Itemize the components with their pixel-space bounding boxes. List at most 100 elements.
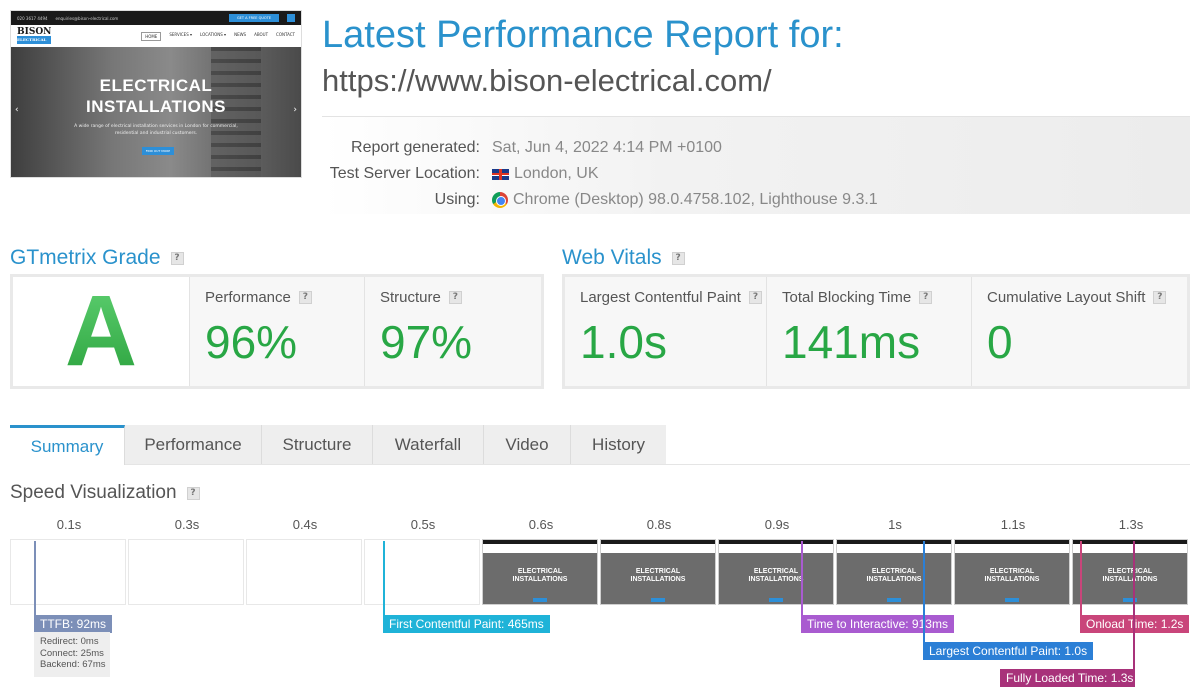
- cls-cell: Cumulative Layout Shift ? 0: [972, 277, 1187, 386]
- screenshot-hero: ‹ › ELECTRICAL INSTALLATIONS A wide rang…: [11, 47, 301, 177]
- structure-cell: Structure ? 97%: [365, 277, 541, 386]
- filmstrip-frame[interactable]: [364, 539, 480, 605]
- frame-heading: ELECTRICAL INSTALLATIONS: [748, 568, 804, 583]
- screenshot-logo: BISON ELECTRICAL: [17, 27, 52, 44]
- ttfb-backend: Backend: 67ms: [40, 659, 106, 670]
- performance-value: 96%: [205, 316, 298, 368]
- filmstrip: ELECTRICAL INSTALLATIONS ELECTRICAL INST…: [10, 539, 1190, 606]
- filmstrip-frame[interactable]: ELECTRICAL INSTALLATIONS: [1072, 539, 1188, 605]
- screenshot-menu-item: CONTACT: [276, 31, 295, 37]
- web-vitals-panel: Largest Contentful Paint ? 1.0s Total Bl…: [562, 274, 1190, 389]
- time-label: 1s: [888, 517, 902, 532]
- timeline-labels: 0.1s 0.3s 0.4s 0.5s 0.6s 0.8s 0.9s 1s 1.…: [0, 517, 1200, 535]
- filmstrip-frame[interactable]: ELECTRICAL INSTALLATIONS: [718, 539, 834, 605]
- meta-value: Chrome (Desktop) 98.0.4758.102, Lighthou…: [492, 191, 878, 209]
- time-label: 0.5s: [410, 517, 436, 532]
- frame-heading: ELECTRICAL INSTALLATIONS: [1102, 568, 1158, 583]
- filmstrip-frame[interactable]: ELECTRICAL INSTALLATIONS: [482, 539, 598, 605]
- meta-label: Test Server Location:: [329, 165, 480, 182]
- tab-performance[interactable]: Performance: [125, 425, 262, 465]
- structure-value: 97%: [380, 316, 473, 368]
- tti-line: [801, 541, 803, 616]
- cls-label: Cumulative Layout Shift ?: [987, 289, 1167, 306]
- help-icon[interactable]: ?: [671, 251, 685, 265]
- screenshot-nav: BISON ELECTRICAL HOME SERVICES ▾ LOCATIO…: [11, 25, 301, 47]
- structure-label: Structure ?: [380, 289, 462, 306]
- lcp-cell: Largest Contentful Paint ? 1.0s: [565, 277, 767, 386]
- chrome-icon: [492, 192, 508, 208]
- fcp-marker: First Contentful Paint: 465ms: [383, 615, 550, 633]
- help-icon[interactable]: ?: [748, 291, 762, 304]
- filmstrip-frame[interactable]: [246, 539, 362, 605]
- filmstrip-frame[interactable]: [10, 539, 126, 605]
- report-title: Latest Performance Report for:: [322, 14, 844, 56]
- ttfb-line: [34, 541, 36, 616]
- filmstrip-frame[interactable]: ELECTRICAL INSTALLATIONS: [836, 539, 952, 605]
- screenshot-social-icon: [287, 14, 295, 22]
- web-vitals-title: Web Vitals ?: [562, 246, 685, 270]
- ttfb-marker: TTFB: 92ms: [34, 615, 113, 633]
- filmstrip-frame[interactable]: ELECTRICAL INSTALLATIONS: [954, 539, 1070, 605]
- time-label: 0.3s: [174, 517, 200, 532]
- screenshot-text: A wide range of electrical installation …: [74, 124, 238, 136]
- screenshot-heading: ELECTRICAL INSTALLATIONS: [86, 76, 226, 116]
- tab-history[interactable]: History: [571, 425, 666, 465]
- screenshot-menu-item: HOME: [141, 31, 162, 41]
- screenshot-menu: HOME SERVICES ▾ LOCATIONS ▾ NEWS ABOUT C…: [141, 31, 295, 41]
- fully-loaded-line: [1133, 541, 1135, 671]
- grade-letter: A: [13, 275, 189, 387]
- screenshot-cta: FIND OUT MORE: [142, 147, 174, 155]
- screenshot-menu-item: ABOUT: [254, 31, 269, 37]
- help-icon[interactable]: ?: [170, 251, 184, 265]
- lcp-line: [923, 541, 925, 643]
- frame-heading: ELECTRICAL INSTALLATIONS: [630, 568, 686, 583]
- fcp-line: [383, 541, 385, 616]
- meta-value: Sat, Jun 4, 2022 4:14 PM +0100: [492, 139, 722, 156]
- time-label: 0.4s: [292, 517, 318, 532]
- onload-line: [1080, 541, 1082, 616]
- time-label: 1.3s: [1118, 517, 1144, 532]
- meta-label: Report generated:: [351, 139, 480, 156]
- tab-video[interactable]: Video: [484, 425, 571, 465]
- ttfb-redirect: Redirect: 0ms: [40, 636, 99, 647]
- tab-structure[interactable]: Structure: [262, 425, 373, 465]
- tbt-label: Total Blocking Time ?: [782, 289, 933, 306]
- tti-marker: Time to Interactive: 913ms: [801, 615, 954, 633]
- screenshot-phone: 020 3617 4494: [17, 15, 48, 21]
- uk-flag-icon: [492, 168, 509, 180]
- tab-waterfall[interactable]: Waterfall: [373, 425, 484, 465]
- help-icon[interactable]: ?: [1153, 291, 1167, 304]
- speed-visualization-title: Speed Visualization ?: [10, 482, 200, 504]
- time-label: 0.1s: [56, 517, 82, 532]
- filmstrip-frame[interactable]: ELECTRICAL INSTALLATIONS: [600, 539, 716, 605]
- tab-summary[interactable]: Summary: [10, 425, 125, 465]
- meta-label: Using:: [434, 191, 480, 208]
- tbt-cell: Total Blocking Time ? 141ms: [767, 277, 972, 386]
- filmstrip-frame[interactable]: [128, 539, 244, 605]
- screenshot-menu-item: NEWS: [234, 31, 247, 37]
- report-tabs: Summary Performance Structure Waterfall …: [10, 425, 666, 465]
- time-label: 1.1s: [1000, 517, 1026, 532]
- tab-divider: [125, 464, 1190, 465]
- gtmetrix-grade-panel: A Performance ? 96% Structure ? 97%: [10, 274, 544, 389]
- performance-cell: Performance ? 96%: [190, 277, 365, 386]
- lcp-label: Largest Contentful Paint ?: [580, 289, 762, 306]
- help-icon[interactable]: ?: [448, 291, 462, 304]
- meta-row-using: Using: Chrome (Desktop) 98.0.4758.102, L…: [322, 187, 1190, 213]
- screenshot-menu-item: LOCATIONS ▾: [200, 31, 227, 37]
- site-screenshot: 020 3617 4494 enquiries@bison-electrical…: [10, 10, 302, 178]
- frame-heading: ELECTRICAL INSTALLATIONS: [984, 568, 1040, 583]
- meta-row-generated: Report generated: Sat, Jun 4, 2022 4:14 …: [322, 135, 1190, 161]
- ttfb-connect: Connect: 25ms: [40, 647, 104, 659]
- help-icon[interactable]: ?: [919, 291, 933, 304]
- screenshot-quote-button: GET A FREE QUOTE: [229, 14, 279, 22]
- report-url[interactable]: https://www.bison-electrical.com/: [322, 63, 772, 99]
- chevron-right-icon: ›: [293, 105, 297, 115]
- ttfb-details: Redirect: 0ms Connect: 25ms Backend: 67m…: [34, 632, 110, 677]
- help-icon[interactable]: ?: [298, 291, 312, 304]
- help-icon[interactable]: ?: [186, 486, 200, 500]
- frame-heading: ELECTRICAL INSTALLATIONS: [512, 568, 568, 583]
- lcp-marker: Largest Contentful Paint: 1.0s: [923, 642, 1094, 660]
- meta-row-location: Test Server Location: London, UK: [322, 161, 1190, 187]
- performance-label: Performance ?: [205, 289, 312, 306]
